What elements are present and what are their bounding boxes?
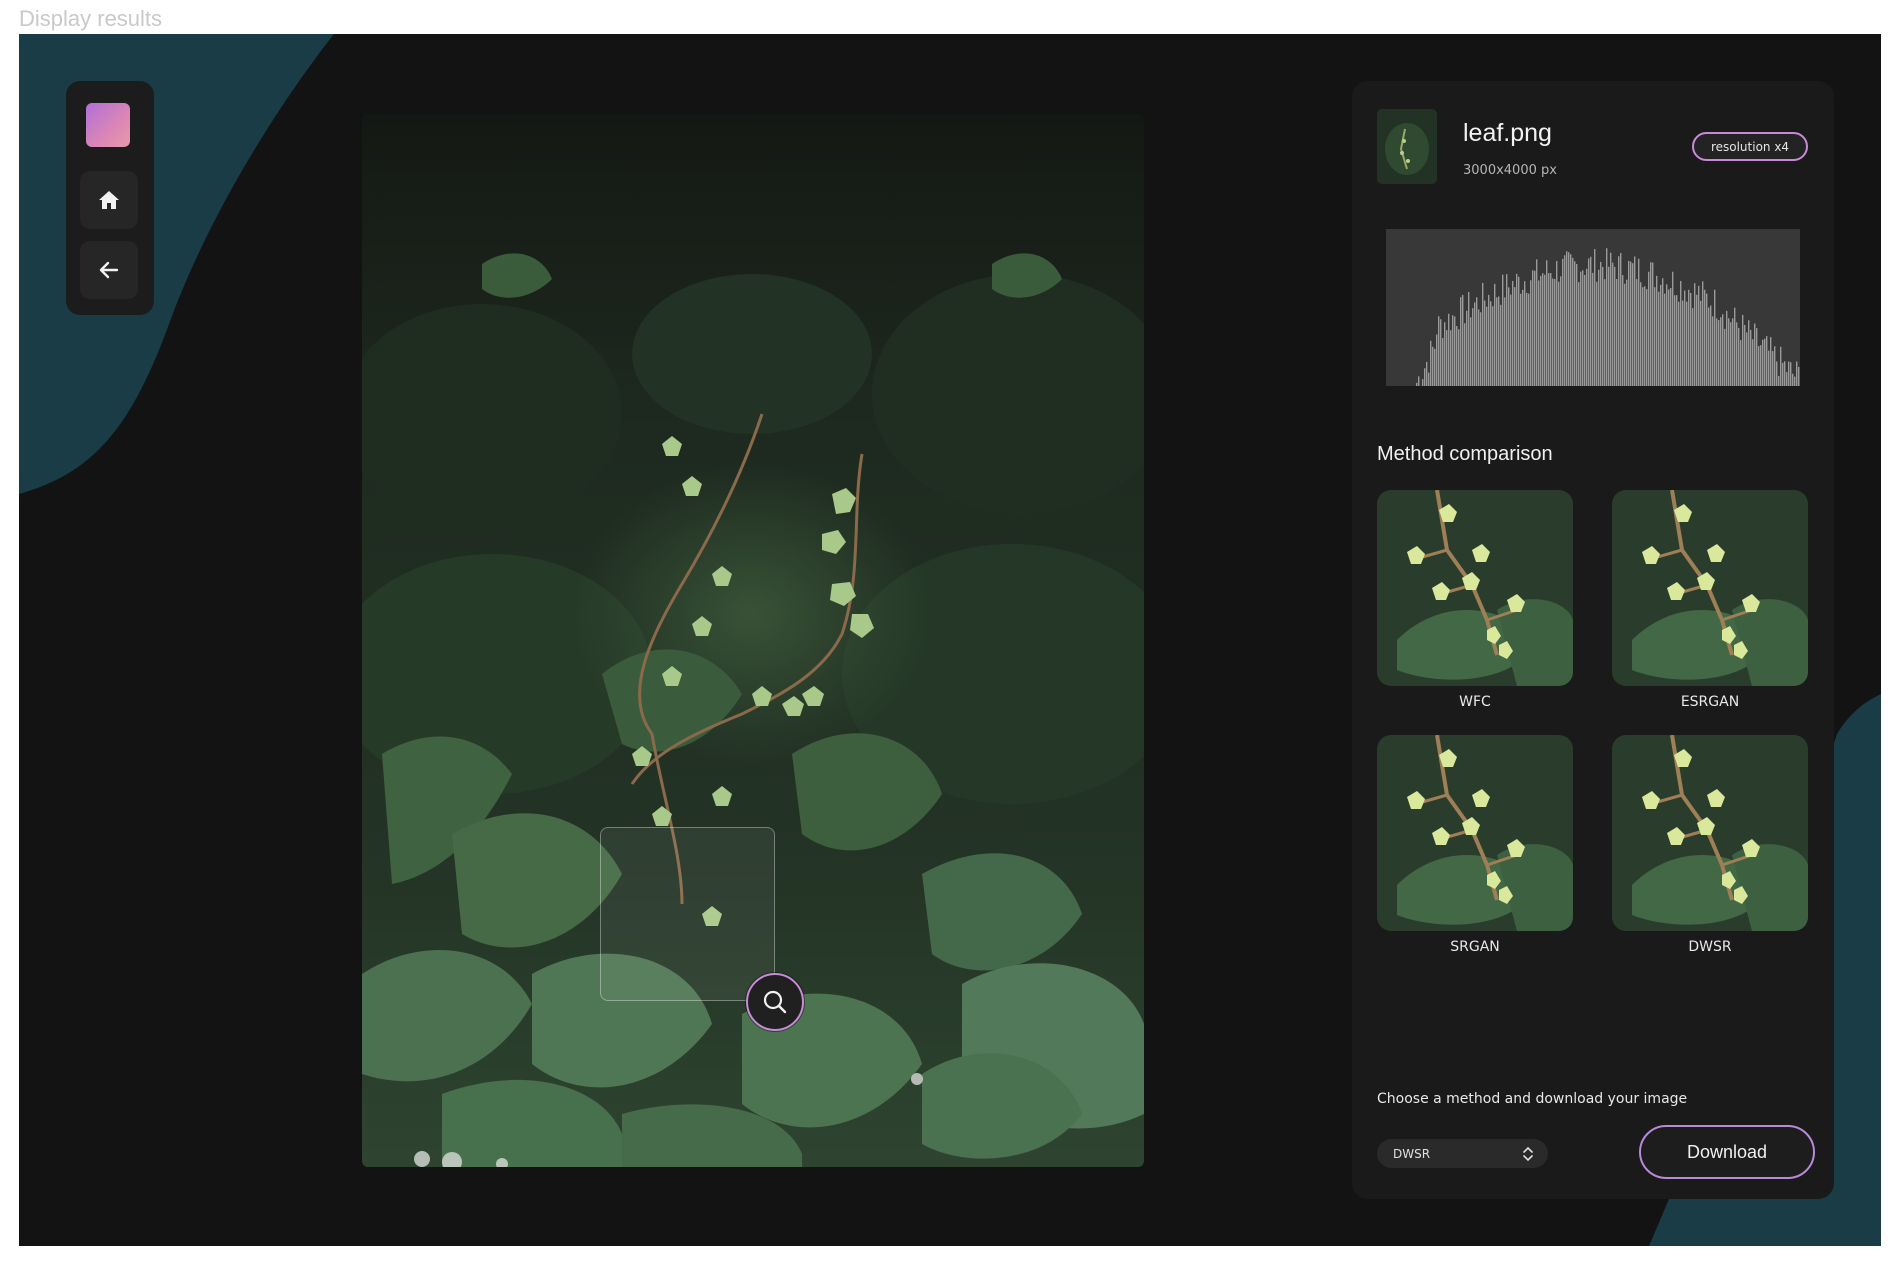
app-logo-icon[interactable] (86, 103, 130, 147)
method-label-wfc: WFC (1459, 694, 1491, 710)
magnifier-icon (763, 990, 787, 1014)
file-name: leaf.png (1463, 119, 1552, 147)
back-button[interactable] (80, 241, 138, 299)
file-thumbnail (1377, 109, 1437, 184)
method-label-dwsr: DWSR (1688, 939, 1732, 955)
download-button[interactable]: Download (1639, 1125, 1815, 1179)
method-thumb-dwsr[interactable] (1612, 735, 1808, 931)
color-histogram (1386, 229, 1800, 386)
back-arrow-icon (99, 261, 119, 279)
file-dimensions: 3000x4000 px (1463, 163, 1557, 178)
chevron-updown-icon (1523, 1146, 1533, 1162)
method-thumb-esrgan[interactable] (1612, 490, 1808, 686)
results-panel: leaf.png 3000x4000 px resolution x4 Meth… (1352, 81, 1834, 1199)
zoom-button[interactable] (746, 973, 804, 1031)
method-label-srgan: SRGAN (1450, 939, 1500, 955)
method-thumb-srgan[interactable] (1377, 735, 1573, 931)
zoom-selection-box[interactable] (600, 827, 775, 1001)
download-instruction: Choose a method and download your image (1377, 1091, 1688, 1107)
app-window: leaf.png 3000x4000 px resolution x4 Meth… (19, 34, 1881, 1246)
home-button[interactable] (80, 171, 138, 229)
page-label: Display results (19, 6, 163, 31)
method-thumb-wfc[interactable] (1377, 490, 1573, 686)
home-icon (99, 191, 119, 209)
sidebar (66, 81, 154, 315)
method-select-value: DWSR (1393, 1146, 1431, 1161)
resolution-badge: resolution x4 (1692, 132, 1808, 161)
method-comparison-title: Method comparison (1377, 443, 1553, 465)
method-select[interactable]: DWSR (1377, 1139, 1548, 1168)
method-label-esrgan: ESRGAN (1680, 694, 1740, 710)
